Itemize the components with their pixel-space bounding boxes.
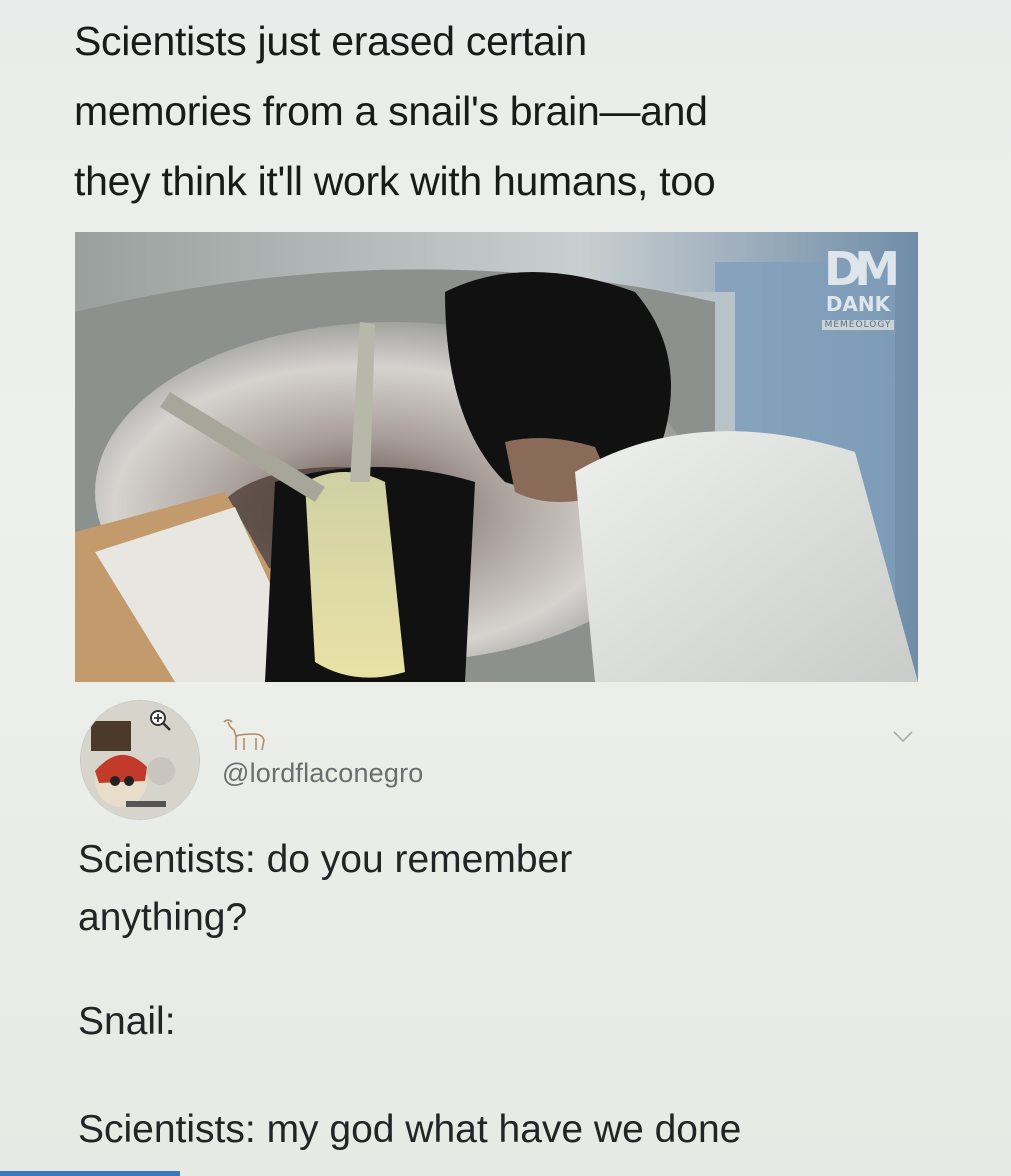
avatar[interactable] [80, 700, 200, 820]
headline-line-2: memories from a snail's brain—and [74, 88, 708, 134]
headline-line-1: Scientists just erased certain [74, 18, 587, 64]
watermark-title: DANK [825, 292, 891, 316]
tweet-header: @lordflaconegro [80, 700, 920, 830]
tweet-line-2: anything? [78, 896, 248, 939]
headline: Scientists just erased certain memories … [74, 6, 894, 216]
tweet-line-4: Scientists: my god what have we done [78, 1108, 742, 1151]
tweet-line-1: Scientists: do you remember [78, 838, 573, 881]
zoom-in-icon[interactable] [148, 708, 172, 732]
tweet-line-3: Snail: [78, 1000, 176, 1043]
bottom-edge-strip [0, 1171, 180, 1176]
headline-line-3: they think it'll work with humans, too [74, 158, 716, 204]
lab-scene-illustration [75, 232, 918, 682]
goat-emoji-icon [223, 719, 265, 751]
watermark-logo: DM DANK MEMEOLOGY [808, 244, 908, 364]
avatar-image [81, 701, 199, 819]
watermark-mark: DM [824, 242, 900, 296]
chevron-down-icon[interactable] [892, 730, 914, 744]
meme-image[interactable]: DM DANK MEMEOLOGY [75, 232, 918, 682]
watermark-subtitle: MEMEOLOGY [821, 320, 895, 330]
user-handle[interactable]: @lordflaconegro [222, 758, 424, 789]
